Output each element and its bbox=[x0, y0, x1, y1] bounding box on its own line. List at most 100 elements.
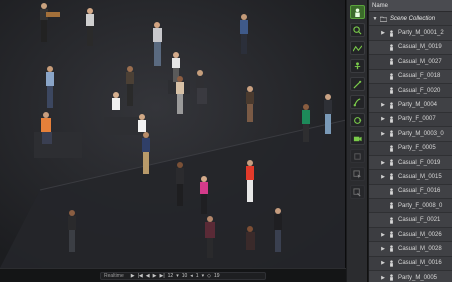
character-icon bbox=[387, 86, 396, 95]
loop-icon[interactable]: ◂ bbox=[190, 273, 193, 279]
export-icon bbox=[353, 187, 361, 196]
select-tool-button[interactable] bbox=[350, 167, 365, 181]
tree-item[interactable]: ▶ Party_F_0007 bbox=[369, 112, 452, 128]
curve-icon bbox=[353, 44, 362, 51]
tree-item-label: Casual_M_0016 bbox=[398, 260, 442, 267]
step-forward-icon[interactable]: ▶ bbox=[153, 273, 157, 279]
character-icon bbox=[387, 129, 396, 138]
expand-right-icon[interactable]: ▶ bbox=[379, 246, 387, 252]
record-icon[interactable]: ◇ bbox=[207, 273, 211, 279]
expand-right-icon[interactable]: ▶ bbox=[379, 275, 387, 281]
camera-tool-button[interactable] bbox=[350, 131, 365, 145]
scene-collection-root[interactable]: ▼ Scene Collection bbox=[369, 12, 452, 27]
tree-item[interactable]: ▶ Party_M_0004 bbox=[369, 98, 452, 113]
loop-tool-button[interactable] bbox=[350, 113, 365, 127]
expand-right-icon[interactable]: ▶ bbox=[379, 232, 387, 238]
tree-root-label: Scene Collection bbox=[390, 15, 436, 22]
current-frame[interactable]: 12 bbox=[168, 273, 174, 279]
tree-item-label: Casual_M_0026 bbox=[398, 231, 442, 238]
frame-dropdown-icon[interactable]: ▾ bbox=[176, 273, 179, 279]
character-icon bbox=[387, 273, 396, 282]
character-icon bbox=[387, 187, 396, 196]
tree-item-label: Casual_M_0019 bbox=[398, 44, 442, 51]
character-icon bbox=[387, 29, 396, 38]
character-icon bbox=[387, 216, 396, 225]
pick-icon bbox=[353, 25, 362, 34]
figure-tool-button[interactable] bbox=[350, 59, 365, 73]
frame-step[interactable]: 10 bbox=[182, 273, 188, 279]
viewport-3d[interactable] bbox=[0, 0, 346, 268]
select-icon bbox=[353, 169, 362, 179]
tree-item[interactable]: Party_F_0005 bbox=[369, 141, 452, 156]
expand-right-icon[interactable]: ▶ bbox=[379, 116, 387, 122]
timeline-mode-label[interactable]: Realtime bbox=[104, 273, 124, 279]
brush-icon bbox=[353, 97, 361, 106]
tree-item[interactable]: Casual_F_0018 bbox=[369, 69, 452, 84]
tree-items-list: ▶ Party_M_0001_2 Casual_M_0019 Casual_M_002… bbox=[369, 26, 452, 282]
person-tool-button[interactable] bbox=[350, 5, 365, 19]
loop-icon bbox=[354, 116, 362, 124]
timeline-bar: Realtime ▶ |◀ ◀ ▶ ▶| 12 ▾ 10 ◂ 1 ▾ ◇ 19 bbox=[0, 268, 346, 282]
curve-tool-button[interactable] bbox=[350, 41, 365, 55]
wand-tool-button[interactable] bbox=[350, 77, 365, 91]
folder-icon bbox=[379, 14, 388, 23]
tree-item[interactable]: Casual_M_0019 bbox=[369, 40, 452, 56]
tree-item[interactable]: Casual_F_0020 bbox=[369, 83, 452, 99]
step-back-icon[interactable]: ◀ bbox=[146, 273, 150, 279]
side-toolbar bbox=[347, 0, 368, 282]
tree-item-label: Party_M_0004 bbox=[398, 102, 438, 109]
skip-start-icon[interactable]: |◀ bbox=[138, 273, 143, 279]
tree-item[interactable]: ▶ Party_M_0003_0 bbox=[369, 127, 452, 142]
frame-value[interactable]: 1 bbox=[196, 273, 199, 279]
tree-item-label: Party_M_0003_0 bbox=[398, 130, 444, 137]
character-icon bbox=[387, 115, 396, 124]
tree-item[interactable]: ▶ Casual_M_0026 bbox=[369, 227, 452, 243]
character-icon bbox=[387, 201, 396, 210]
tree-item[interactable]: ▶ Party_M_0001_2 bbox=[369, 26, 452, 41]
tree-item[interactable]: Casual_F_0016 bbox=[369, 184, 452, 200]
tree-item[interactable]: ▶ Casual_M_0015 bbox=[369, 170, 452, 185]
tree-item[interactable]: Casual_F_0021 bbox=[369, 213, 452, 228]
tree-item-label: Casual_F_0020 bbox=[398, 87, 441, 94]
export-tool-button[interactable] bbox=[350, 185, 365, 199]
tree-item-label: Party_F_0008_0 bbox=[398, 202, 443, 209]
tree-header-name[interactable]: Name bbox=[369, 0, 452, 12]
expand-down-icon[interactable]: ▼ bbox=[371, 16, 379, 22]
tree-item[interactable]: Party_F_0008_0 bbox=[369, 199, 452, 214]
expand-right-icon[interactable]: ▶ bbox=[379, 174, 387, 180]
blank-icon bbox=[354, 152, 361, 160]
tree-item-label: Casual_F_0021 bbox=[398, 217, 441, 224]
brush-tool-button[interactable] bbox=[350, 95, 365, 109]
tree-item-label: Party_M_0001_2 bbox=[398, 30, 444, 37]
character-icon bbox=[387, 244, 396, 253]
expand-right-icon[interactable]: ▶ bbox=[379, 102, 387, 108]
character-icon bbox=[387, 158, 396, 167]
expand-right-icon[interactable]: ▶ bbox=[379, 160, 387, 166]
character-icon bbox=[387, 57, 396, 66]
play-icon[interactable]: ▶ bbox=[131, 273, 135, 279]
expand-right-icon[interactable]: ▶ bbox=[379, 131, 387, 137]
blank-tool-button[interactable] bbox=[350, 149, 365, 163]
wand-icon bbox=[353, 80, 362, 89]
character-icon bbox=[387, 43, 396, 52]
person-icon bbox=[355, 7, 360, 17]
tree-item[interactable]: ▶ Party_M_0005 bbox=[369, 271, 452, 282]
crowd-scene-render bbox=[0, 0, 345, 268]
tree-item-label: Casual_F_0016 bbox=[398, 188, 441, 195]
tree-item[interactable]: ▶ Casual_M_0028 bbox=[369, 242, 452, 257]
tree-item-label: Casual_M_0028 bbox=[398, 245, 442, 252]
expand-right-icon[interactable]: ▶ bbox=[379, 260, 387, 266]
frame-value-dropdown-icon[interactable]: ▾ bbox=[202, 273, 205, 279]
tree-item-label: Party_F_0005 bbox=[398, 145, 436, 152]
tree-item[interactable]: ▶ Casual_M_0016 bbox=[369, 256, 452, 272]
character-icon bbox=[387, 101, 396, 110]
tree-item[interactable]: ▶ Casual_F_0019 bbox=[369, 155, 452, 171]
tree-item[interactable]: Casual_M_0027 bbox=[369, 55, 452, 70]
playback-controls: Realtime ▶ |◀ ◀ ▶ ▶| 12 ▾ 10 ◂ 1 ▾ ◇ 19 bbox=[100, 272, 266, 280]
tree-item-label: Casual_F_0018 bbox=[398, 73, 441, 80]
expand-right-icon[interactable]: ▶ bbox=[379, 30, 387, 36]
pick-tool-button[interactable] bbox=[350, 23, 365, 37]
tree-item-label: Casual_M_0015 bbox=[398, 173, 442, 180]
end-frame[interactable]: 19 bbox=[214, 273, 220, 279]
skip-end-icon[interactable]: ▶| bbox=[159, 273, 164, 279]
